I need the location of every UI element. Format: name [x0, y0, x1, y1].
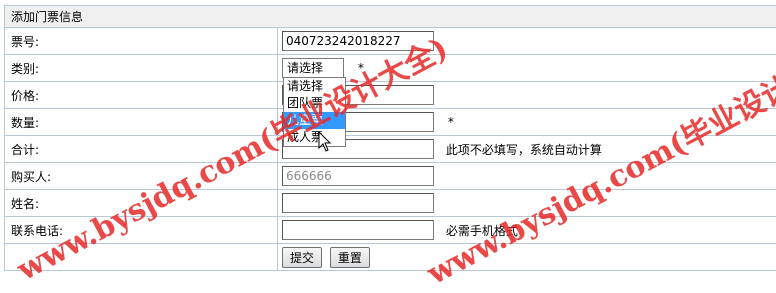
- name-input[interactable]: [282, 193, 434, 213]
- reset-button[interactable]: 重置: [330, 247, 370, 268]
- ticket-no-label: 票号:: [5, 28, 278, 55]
- category-option[interactable]: 请选择: [284, 78, 345, 95]
- ticket-no-input[interactable]: [282, 31, 434, 51]
- phone-hint: 必需手机格式: [446, 224, 518, 238]
- category-required-mark: *: [358, 61, 364, 75]
- quantity-required-mark: *: [448, 115, 454, 129]
- total-hint: 此项不必填写，系统自动计算: [446, 143, 602, 157]
- ticket-form: 添加门票信息 票号: 类别: 请选择 * 价格: 数量: * 合计: 此项不必填…: [4, 5, 776, 271]
- total-label: 合计:: [5, 136, 278, 163]
- category-select[interactable]: 请选择: [282, 58, 344, 78]
- buyer-input[interactable]: [282, 166, 434, 186]
- phone-input[interactable]: [282, 220, 434, 240]
- category-option[interactable]: 团队票: [284, 95, 345, 112]
- button-row-spacer: [5, 244, 278, 271]
- category-option-highlighted[interactable]: 儿童票: [284, 112, 345, 129]
- quantity-label: 数量:: [5, 109, 278, 136]
- price-label: 价格:: [5, 82, 278, 109]
- category-option[interactable]: 成人票: [284, 129, 345, 146]
- category-label: 类别:: [5, 55, 278, 82]
- phone-label: 联系电话:: [5, 217, 278, 244]
- category-select-value: 请选择: [287, 61, 323, 75]
- form-title: 添加门票信息: [5, 6, 776, 28]
- mouse-pointer-icon: [318, 131, 332, 153]
- submit-button[interactable]: 提交: [282, 247, 322, 268]
- category-dropdown-list: 请选择 团队票 儿童票 成人票: [283, 77, 346, 147]
- buyer-label: 购买人:: [5, 163, 278, 190]
- name-label: 姓名:: [5, 190, 278, 217]
